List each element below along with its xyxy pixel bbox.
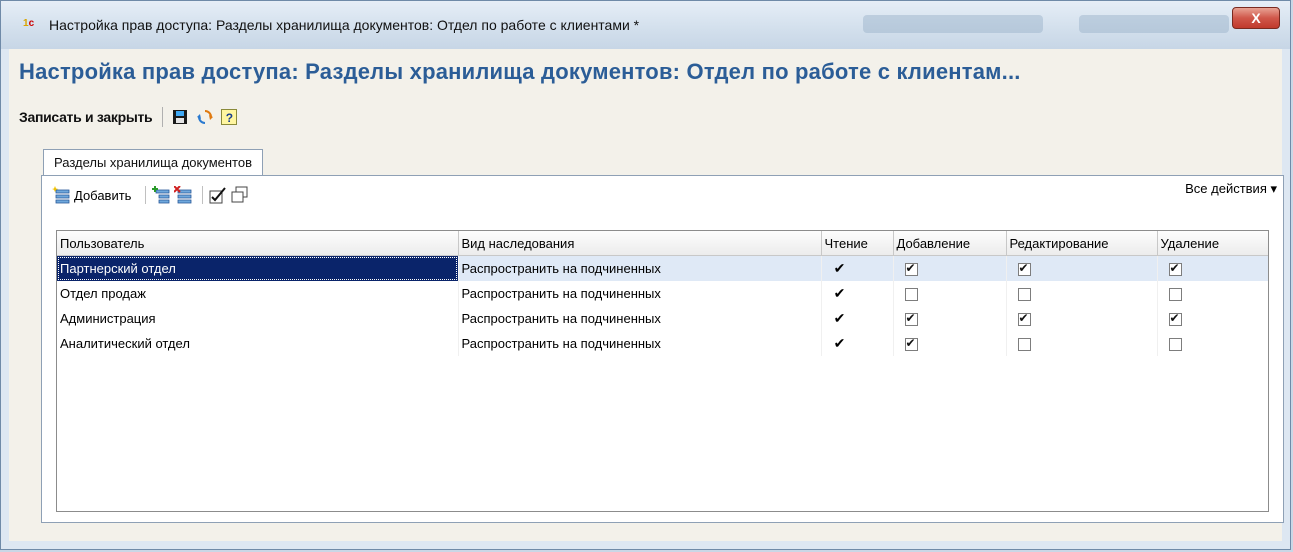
add-button[interactable]: Добавить bbox=[74, 188, 131, 203]
refresh-icon[interactable] bbox=[197, 109, 214, 125]
form-client-area: Настройка прав доступа: Разделы хранилищ… bbox=[9, 49, 1284, 541]
column-header-add[interactable]: Добавление bbox=[893, 231, 1007, 256]
user-cell[interactable]: Администрация bbox=[57, 306, 459, 331]
column-header-user[interactable]: Пользователь bbox=[57, 231, 459, 256]
column-header-inheritance[interactable]: Вид наследования bbox=[458, 231, 822, 256]
read-check-mark: ✔ bbox=[833, 285, 846, 301]
save-floppy-icon[interactable] bbox=[173, 110, 188, 124]
column-header-delete[interactable]: Удаление bbox=[1157, 231, 1268, 256]
add-checkbox[interactable] bbox=[904, 261, 918, 276]
read-check-mark: ✔ bbox=[833, 260, 846, 276]
save-and-close-button[interactable]: Записать и закрыть bbox=[19, 109, 153, 125]
separator bbox=[162, 107, 164, 127]
window-title: Настройка прав доступа: Разделы хранилищ… bbox=[49, 17, 640, 33]
inheritance-cell[interactable]: Распространить на подчиненных bbox=[458, 255, 822, 281]
edit-checkbox[interactable] bbox=[1017, 311, 1031, 326]
separator bbox=[202, 186, 204, 204]
command-bar: Записать и закрыть ? bbox=[19, 105, 238, 129]
background-taskbar-ghost bbox=[863, 15, 1043, 33]
read-check-mark: ✔ bbox=[833, 310, 846, 326]
tab-document-storage-sections[interactable]: Разделы хранилища документов bbox=[43, 149, 264, 176]
table-header-row: Пользователь Вид наследования Чтение Доб… bbox=[57, 231, 1268, 256]
table-row[interactable]: Партнерский отдел Распространить на подч… bbox=[57, 255, 1268, 281]
copy-window-icon[interactable] bbox=[231, 186, 249, 204]
set-all-checkboxes-icon[interactable] bbox=[209, 186, 227, 204]
all-actions-menu[interactable]: Все действия ▾ bbox=[1185, 181, 1277, 197]
inheritance-cell[interactable]: Распространить на подчиненных bbox=[458, 281, 822, 306]
column-header-edit[interactable]: Редактирование bbox=[1006, 231, 1158, 256]
table-row[interactable]: Аналитический отдел Распространить на по… bbox=[57, 331, 1268, 356]
tab-panel: Добавить Все действия ▾ Пользователь Вид… bbox=[41, 175, 1284, 523]
delete-checkbox[interactable] bbox=[1168, 261, 1182, 276]
dialog-window: 1c Настройка прав доступа: Разделы храни… bbox=[0, 0, 1291, 550]
add-checkbox[interactable] bbox=[904, 336, 918, 351]
inheritance-cell[interactable]: Распространить на подчиненных bbox=[458, 306, 822, 331]
user-cell[interactable]: Партнерский отдел bbox=[57, 255, 459, 281]
delete-checkbox[interactable] bbox=[1168, 337, 1182, 351]
user-cell[interactable]: Аналитический отдел bbox=[57, 331, 459, 356]
inheritance-cell[interactable]: Распространить на подчиненных bbox=[458, 331, 822, 356]
add-checkbox[interactable] bbox=[904, 311, 918, 326]
separator bbox=[145, 186, 147, 204]
close-button[interactable]: X bbox=[1232, 7, 1280, 29]
access-rights-table: Пользователь Вид наследования Чтение Доб… bbox=[56, 230, 1269, 512]
read-check-mark: ✔ bbox=[833, 335, 846, 351]
add-checkbox[interactable] bbox=[904, 287, 918, 301]
edit-checkbox[interactable] bbox=[1017, 261, 1031, 276]
column-header-read[interactable]: Чтение bbox=[821, 231, 894, 256]
form-title: Настройка прав доступа: Разделы хранилищ… bbox=[19, 59, 1021, 84]
edit-checkbox[interactable] bbox=[1017, 287, 1031, 301]
edit-checkbox[interactable] bbox=[1017, 337, 1031, 351]
user-cell[interactable]: Отдел продаж bbox=[57, 281, 459, 306]
table-row[interactable]: Администрация Распространить на подчинен… bbox=[57, 306, 1268, 331]
delete-checkbox[interactable] bbox=[1168, 287, 1182, 301]
help-icon[interactable]: ? bbox=[221, 109, 238, 125]
delete-row-icon[interactable] bbox=[174, 186, 192, 204]
app-logo-icon: 1c bbox=[23, 18, 35, 29]
title-bar[interactable]: 1c Настройка прав доступа: Разделы храни… bbox=[1, 1, 1290, 49]
add-row-icon[interactable] bbox=[52, 186, 70, 204]
add-group-icon[interactable] bbox=[152, 186, 170, 204]
table-toolbar: Добавить bbox=[52, 182, 1273, 208]
background-taskbar-ghost bbox=[1079, 15, 1229, 33]
delete-checkbox[interactable] bbox=[1168, 311, 1182, 326]
table-row[interactable]: Отдел продаж Распространить на подчиненн… bbox=[57, 281, 1268, 306]
